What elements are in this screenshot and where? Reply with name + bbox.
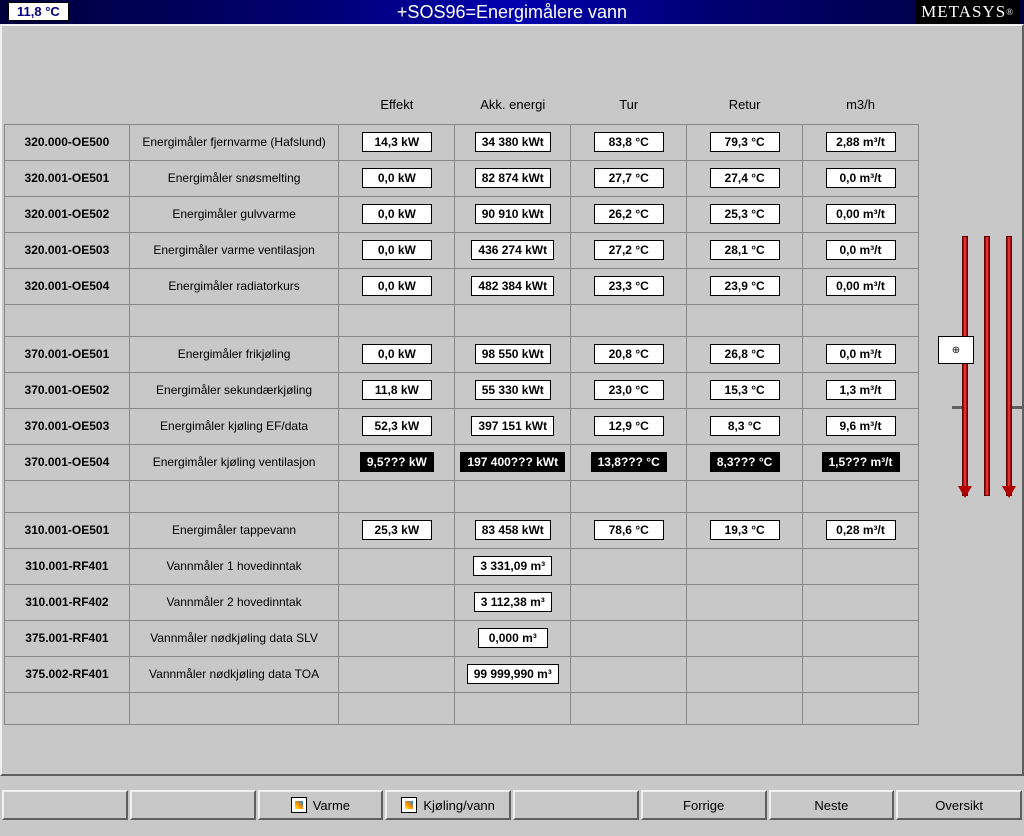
value-display[interactable]: 1,5??? m³/t [822,452,900,472]
value-display[interactable]: 8,3 °C [710,416,780,436]
value-display[interactable]: 197 400??? kWt [460,452,565,472]
value-display[interactable]: 0,0 m³/t [826,240,896,260]
value-display[interactable]: 9,5??? kW [360,452,434,472]
value-display[interactable]: 0,0 m³/t [826,344,896,364]
value-display[interactable]: 9,6 m³/t [826,416,896,436]
value-display[interactable]: 28,1 °C [710,240,780,260]
value-display[interactable]: 23,3 °C [594,276,664,296]
value-display[interactable]: 19,3 °C [710,520,780,540]
table-row: 320.000-OE500Energimåler fjernvarme (Haf… [5,124,919,160]
value-display[interactable]: 98 550 kWt [475,344,551,364]
table-row: 310.001-OE501Energimåler tappevann25,3 k… [5,512,919,548]
col-flow: m3/h [803,86,919,124]
value-display[interactable]: 83 458 kWt [475,520,551,540]
table-row: 370.001-OE501Energimåler frikjøling0,0 k… [5,336,919,372]
value-display[interactable]: 52,3 kW [362,416,432,436]
value-display[interactable]: 79,3 °C [710,132,780,152]
nav-oversikt-button[interactable]: Oversikt [896,790,1022,820]
table-row: 320.001-OE501Energimåler snøsmelting0,0 … [5,160,919,196]
value-display[interactable]: 11,8 kW [362,380,432,400]
value-display[interactable]: 27,2 °C [594,240,664,260]
value-display[interactable]: 0,0 kW [362,168,432,188]
value-display[interactable]: 482 384 kWt [471,276,554,296]
value-display[interactable]: 82 874 kWt [475,168,551,188]
table-row: 370.001-OE503Energimåler kjøling EF/data… [5,408,919,444]
outdoor-temp-display: 11,8 °C [8,2,69,21]
value-display[interactable]: 23,0 °C [594,380,664,400]
table-row: 320.001-OE502Energimåler gulvvarme0,0 kW… [5,196,919,232]
value-display[interactable]: 25,3 °C [710,204,780,224]
col-retur: Retur [687,86,803,124]
flow-gauge-icon: ⊕ [938,336,974,364]
value-display[interactable]: 0,0 kW [362,240,432,260]
flow-arrow-icon [1002,486,1016,498]
chart-icon [291,797,307,813]
table-row [5,480,919,512]
value-display[interactable]: 55 330 kWt [475,380,551,400]
value-display[interactable]: 23,9 °C [710,276,780,296]
table-row: 375.001-RF401Vannmåler nødkjøling data S… [5,620,919,656]
value-display[interactable]: 27,4 °C [710,168,780,188]
table-row: 310.001-RF401Vannmåler 1 hovedinntak3 33… [5,548,919,584]
value-display[interactable]: 0,0 kW [362,276,432,296]
value-display[interactable]: 0,0 kW [362,344,432,364]
value-display[interactable]: 1,3 m³/t [826,380,896,400]
value-display[interactable]: 20,8 °C [594,344,664,364]
value-display[interactable]: 0,28 m³/t [826,520,896,540]
value-display[interactable]: 26,2 °C [594,204,664,224]
value-display[interactable]: 27,7 °C [594,168,664,188]
value-display[interactable]: 34 380 kWt [475,132,551,152]
main-panel: Effekt Akk. energi Tur Retur m3/h 320.00… [0,24,1024,776]
bottom-nav-bar: Varme Kjøling/vann Forrige Neste Oversik… [0,790,1024,820]
value-display[interactable]: 13,8??? °C [591,452,667,472]
table-row: 370.001-OE502Energimåler sekundærkjøling… [5,372,919,408]
value-display[interactable]: 0,00 m³/t [826,204,896,224]
value-display[interactable]: 0,00 m³/t [826,276,896,296]
nav-slot-empty [513,790,639,820]
table-row [5,304,919,336]
nav-forrige-button[interactable]: Forrige [641,790,767,820]
value-display[interactable]: 99 999,990 m³ [467,664,559,684]
brand-logo: METASYS® [915,0,1020,24]
value-display[interactable]: 0,000 m³ [478,628,548,648]
value-display[interactable]: 397 151 kWt [471,416,554,436]
table-header-row: Effekt Akk. energi Tur Retur m3/h [5,86,919,124]
value-display[interactable]: 83,8 °C [594,132,664,152]
col-akk: Akk. energi [455,86,571,124]
table-row: 370.001-OE504Energimåler kjøling ventila… [5,444,919,480]
value-display[interactable]: 25,3 kW [362,520,432,540]
nav-neste-button[interactable]: Neste [769,790,895,820]
chart-icon [401,797,417,813]
value-display[interactable]: 12,9 °C [594,416,664,436]
value-display[interactable]: 3 112,38 m³ [474,592,552,612]
value-display[interactable]: 436 274 kWt [471,240,554,260]
value-display[interactable]: 15,3 °C [710,380,780,400]
value-display[interactable]: 26,8 °C [710,344,780,364]
table-row [5,692,919,724]
nav-slot-empty [2,790,128,820]
value-display[interactable]: 0,0 kW [362,204,432,224]
energy-meter-table: Effekt Akk. energi Tur Retur m3/h 320.00… [4,86,919,725]
value-display[interactable]: 90 910 kWt [475,204,551,224]
table-row: 375.002-RF401Vannmåler nødkjøling data T… [5,656,919,692]
flow-arrow-icon [958,486,972,498]
page-title: +SOS96=Energimålere vann [397,2,627,23]
nav-varme-button[interactable]: Varme [258,790,384,820]
table-row: 320.001-OE503Energimåler varme ventilasj… [5,232,919,268]
table-row: 320.001-OE504Energimåler radiatorkurs0,0… [5,268,919,304]
value-display[interactable]: 3 331,09 m³ [473,556,552,576]
value-display[interactable]: 2,88 m³/t [826,132,896,152]
col-effekt: Effekt [339,86,455,124]
col-tur: Tur [571,86,687,124]
pipe-diagram: ⊕ [958,236,1018,496]
table-row: 310.001-RF402Vannmåler 2 hovedinntak3 11… [5,584,919,620]
value-display[interactable]: 8,3??? °C [710,452,780,472]
value-display[interactable]: 78,6 °C [594,520,664,540]
nav-kjoling-button[interactable]: Kjøling/vann [385,790,511,820]
value-display[interactable]: 0,0 m³/t [826,168,896,188]
nav-slot-empty [130,790,256,820]
value-display[interactable]: 14,3 kW [362,132,432,152]
header-bar: 11,8 °C +SOS96=Energimålere vann METASYS… [0,0,1024,24]
